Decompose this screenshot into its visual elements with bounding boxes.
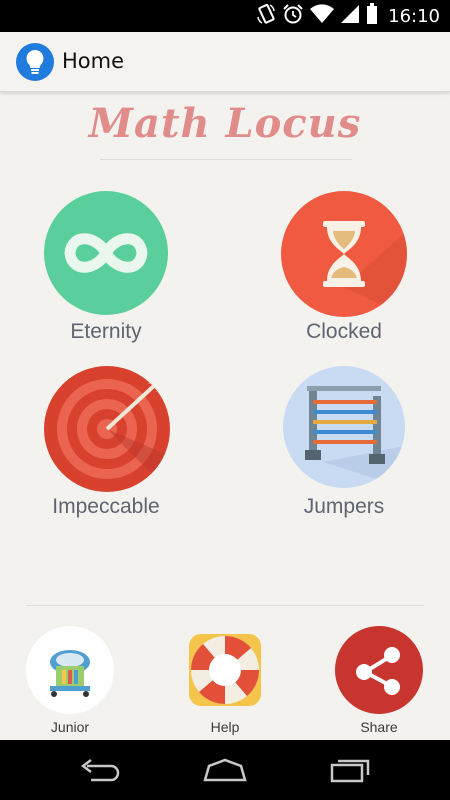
- navigation-bar: [0, 740, 450, 800]
- lifebuoy-icon: [181, 626, 269, 714]
- mode-label: Jumpers: [303, 495, 385, 518]
- title-divider: [100, 159, 352, 160]
- mode-jumpers-button[interactable]: Jumpers: [259, 366, 429, 536]
- share-icon: [335, 626, 423, 714]
- mode-label: Clocked: [306, 320, 382, 343]
- infinity-icon: [44, 191, 168, 315]
- home-icon[interactable]: [195, 752, 255, 788]
- baby-walker-icon: [26, 626, 114, 714]
- rotate-icon: [256, 3, 276, 29]
- mode-label: Impeccable: [52, 495, 160, 518]
- target-icon: [44, 366, 170, 492]
- wifi-icon: [310, 4, 335, 28]
- mode-eternity-button[interactable]: Eternity: [21, 191, 191, 361]
- page-title: Home: [62, 49, 125, 73]
- alarm-icon: [282, 3, 304, 29]
- mode-label: Eternity: [70, 320, 142, 343]
- back-icon[interactable]: [70, 752, 130, 788]
- share-label: Share: [360, 719, 398, 735]
- status-time: 16:10: [388, 5, 440, 27]
- mode-impeccable-button[interactable]: Impeccable: [21, 366, 191, 536]
- help-label: Help: [210, 719, 240, 735]
- battery-icon: [366, 3, 378, 29]
- app-title: Math Locus: [88, 100, 362, 147]
- mode-clocked-button[interactable]: Clocked: [259, 191, 429, 361]
- junior-label: Junior: [50, 719, 90, 735]
- share-button[interactable]: Share: [321, 626, 431, 746]
- hurdle-icon: [283, 366, 405, 488]
- status-bar: 16:10: [0, 0, 450, 32]
- status-icons: 16:10: [256, 0, 440, 32]
- recents-icon[interactable]: [320, 752, 380, 788]
- action-bar: Home: [0, 32, 450, 92]
- junior-button[interactable]: Junior: [12, 626, 122, 746]
- bottom-divider: [26, 605, 424, 606]
- help-button[interactable]: Help: [167, 626, 277, 746]
- hourglass-icon: [281, 191, 407, 317]
- lightbulb-icon[interactable]: [16, 43, 54, 81]
- signal-icon: [340, 4, 360, 28]
